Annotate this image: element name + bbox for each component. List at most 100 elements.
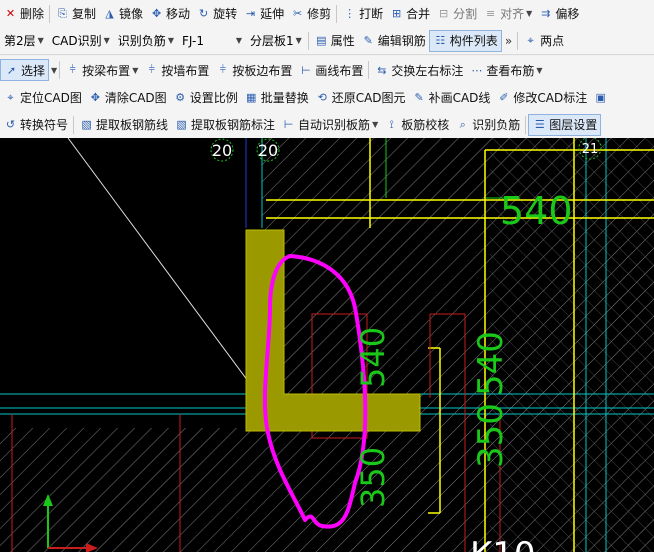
- slab-rebar-check-button[interactable]: ⟟ 板筋校核: [381, 114, 452, 136]
- floor-select[interactable]: 第2层 ▼: [0, 31, 48, 51]
- toolbar-context: 第2层 ▼ CAD识别 ▼ 识别负筋 ▼ FJ-1 ▼ 分层板1 ▼ ▤ 属性 ✎ 编辑钢筋 …: [0, 27, 654, 55]
- separator: [49, 4, 51, 23]
- chevron-down-icon: ▼: [526, 9, 533, 18]
- cad-recognize-select[interactable]: CAD识别 ▼: [48, 31, 114, 51]
- restore-cad-button[interactable]: ⟲ 还原CAD图元: [312, 87, 409, 109]
- pen-icon: ✎: [414, 91, 424, 104]
- extend-button[interactable]: ⇥ 延伸: [240, 3, 287, 25]
- move-button[interactable]: ✥ 移动: [146, 3, 193, 25]
- chevron-down-icon: ▼: [536, 65, 543, 75]
- convert-symbol-button[interactable]: ↺ 转换符号: [0, 114, 71, 136]
- trim-button[interactable]: ✂ 修剪: [287, 3, 334, 25]
- grid-bubble-label: 21: [582, 142, 599, 157]
- scale-icon: ⚙: [175, 91, 186, 104]
- set-scale-button[interactable]: ⚙ 设置比例: [170, 87, 241, 109]
- chevron-down-icon: ▼: [167, 36, 174, 45]
- grid-bubble-label: 20: [258, 141, 278, 160]
- toolbar-recognize: ↺ 转换符号 ▧ 提取板钢筋线 ▧ 提取板钢筋标注 ⊢ 自动识别板筋 ▼ ⟟ 板筋校核 ⌕ 识…: [0, 111, 654, 139]
- clear-cad-button[interactable]: ✥ 清除CAD图: [85, 87, 170, 109]
- properties-icon: ▤: [316, 34, 327, 47]
- chevron-down-icon[interactable]: ▼: [51, 66, 57, 75]
- layer-board-select[interactable]: 分层板1 ▼: [246, 31, 306, 51]
- extract-slab-rebar-line-button[interactable]: ▧ 提取板钢筋线: [76, 114, 171, 136]
- toolbar-overflow-button[interactable]: »: [502, 30, 515, 52]
- recognize-neg-rebar-select[interactable]: 识别负筋 ▼: [114, 31, 178, 51]
- rotate-icon: ↻: [198, 7, 209, 20]
- recognize-icon: ⌕: [459, 117, 466, 131]
- offset-button[interactable]: ⇉ 偏移: [535, 3, 582, 25]
- check-icon: ⟟: [389, 117, 394, 131]
- offset-icon: ⇉: [541, 7, 551, 20]
- label-icon: ✐: [499, 91, 509, 104]
- extract-slab-rebar-label-button[interactable]: ▧ 提取板钢筋标注: [171, 114, 278, 136]
- recognize-neg-rebar-button[interactable]: ⌕ 识别负筋: [452, 114, 523, 136]
- chevron-down-icon: ▼: [235, 36, 242, 45]
- element-select[interactable]: FJ-1 ▼: [178, 31, 246, 51]
- delete-button[interactable]: ✕ 删除: [0, 3, 47, 25]
- swap-label-button[interactable]: ⇆ 交换左右标注: [371, 59, 466, 81]
- mirror-icon: ◮: [105, 7, 114, 20]
- break-button[interactable]: ⋮ 打断: [339, 3, 386, 25]
- delete-icon: ✕: [5, 7, 16, 20]
- convert-icon: ↺: [5, 118, 16, 131]
- dimension-label-540-vertical: 540: [354, 327, 392, 388]
- by-wall-button[interactable]: ⫩ 按墙布置: [141, 59, 212, 81]
- auto-recognize-icon: ⊢: [283, 118, 294, 131]
- swap-icon: ⇆: [377, 63, 387, 77]
- properties-button[interactable]: ▤ 属性: [311, 30, 358, 52]
- draw-line-button[interactable]: ⊢ 画线布置: [295, 59, 366, 81]
- grid-bubble-label: 20: [212, 141, 232, 160]
- view-layout-button[interactable]: ⋯ 查看布筋 ▼: [466, 59, 545, 81]
- two-points-button[interactable]: ⌖ 两点: [520, 30, 567, 52]
- batch-replace-button[interactable]: ▦ 批量替换: [241, 87, 312, 109]
- clear-icon: ✥: [90, 91, 100, 104]
- layer-settings-button[interactable]: ☰ 图层设置: [528, 113, 602, 136]
- separator: [307, 31, 309, 50]
- separator: [525, 115, 527, 134]
- extract-line-icon: ▧: [81, 118, 92, 131]
- fill-cad-line-button[interactable]: ✎ 补画CAD线: [409, 87, 494, 109]
- separator: [59, 61, 61, 79]
- merge-icon: ⊞: [392, 7, 402, 20]
- chevron-down-icon: ▼: [37, 36, 44, 45]
- cad-drawing[interactable]: 20 20 21 540 540 350 350 540 K10: [0, 138, 654, 552]
- pencil-icon: ✎: [363, 34, 373, 47]
- modify-cad-label-button[interactable]: ✐ 修改CAD标注: [493, 87, 590, 109]
- copy-icon: ⎘: [58, 6, 67, 20]
- by-slab-edge-button[interactable]: ⫩ 按板边布置: [212, 59, 295, 81]
- chevron-down-icon: ▼: [295, 36, 302, 45]
- more-icon-button[interactable]: ▣: [590, 87, 613, 109]
- align-icon: ≡: [486, 7, 496, 20]
- move-icon: ✥: [151, 7, 162, 20]
- merge-button[interactable]: ⊞ 合并: [386, 3, 433, 25]
- view-icon: ⋯: [471, 63, 483, 77]
- dimension-label-350-left: 350: [354, 447, 392, 508]
- bottom-label: K10: [470, 535, 536, 552]
- chevron-down-icon: ▼: [103, 36, 110, 45]
- toolbar-edit: ✕ 删除 ⎘ 复制 ◮ 镜像 ✥ 移动 ↻ 旋转 ⇥ 延伸 ✂ 修剪 ⋮ 打断 ⊞ 合并 ⊟ 分割 …: [0, 0, 654, 28]
- dimension-label-540-right: 540: [471, 331, 511, 396]
- locate-icon: ⌖: [7, 90, 14, 104]
- align-dropdown[interactable]: ≡ 对齐 ▼: [480, 3, 535, 25]
- by-beam-button[interactable]: ⫩ 按梁布置 ▼: [62, 59, 141, 81]
- rotate-button[interactable]: ↻ 旋转: [193, 3, 240, 25]
- edit-rebar-button[interactable]: ✎ 编辑钢筋: [358, 30, 429, 52]
- toolbar-cad: ⌖ 定位CAD图 ✥ 清除CAD图 ⚙ 设置比例 ▦ 批量替换 ⟲ 还原CAD图元 ✎ 补画…: [0, 84, 654, 112]
- component-list-button[interactable]: ☷ 构件列表: [428, 29, 502, 52]
- select-button[interactable]: ➚ 选择: [0, 59, 50, 81]
- locate-cad-button[interactable]: ⌖ 定位CAD图: [0, 87, 85, 109]
- extract-label-icon: ▧: [176, 118, 187, 131]
- extend-icon: ⇥: [245, 7, 256, 20]
- book-icon: ▣: [595, 91, 606, 104]
- mirror-button[interactable]: ◮ 镜像: [99, 3, 146, 25]
- beam-layout-icon: ⫩: [69, 63, 76, 76]
- split-button[interactable]: ⊟ 分割: [433, 3, 480, 25]
- auto-recognize-slab-rebar-button[interactable]: ⊢ 自动识别板筋 ▼: [278, 114, 381, 136]
- batch-icon: ▦: [246, 91, 257, 104]
- copy-button[interactable]: ⎘ 复制: [52, 3, 99, 25]
- list-icon: ☷: [435, 34, 446, 47]
- separator: [73, 115, 75, 134]
- break-icon: ⋮: [344, 7, 356, 20]
- chevron-down-icon: ▼: [132, 65, 139, 75]
- cad-drawing-canvas[interactable]: 20 20 21 540 540 350 350 540 K10: [0, 138, 654, 552]
